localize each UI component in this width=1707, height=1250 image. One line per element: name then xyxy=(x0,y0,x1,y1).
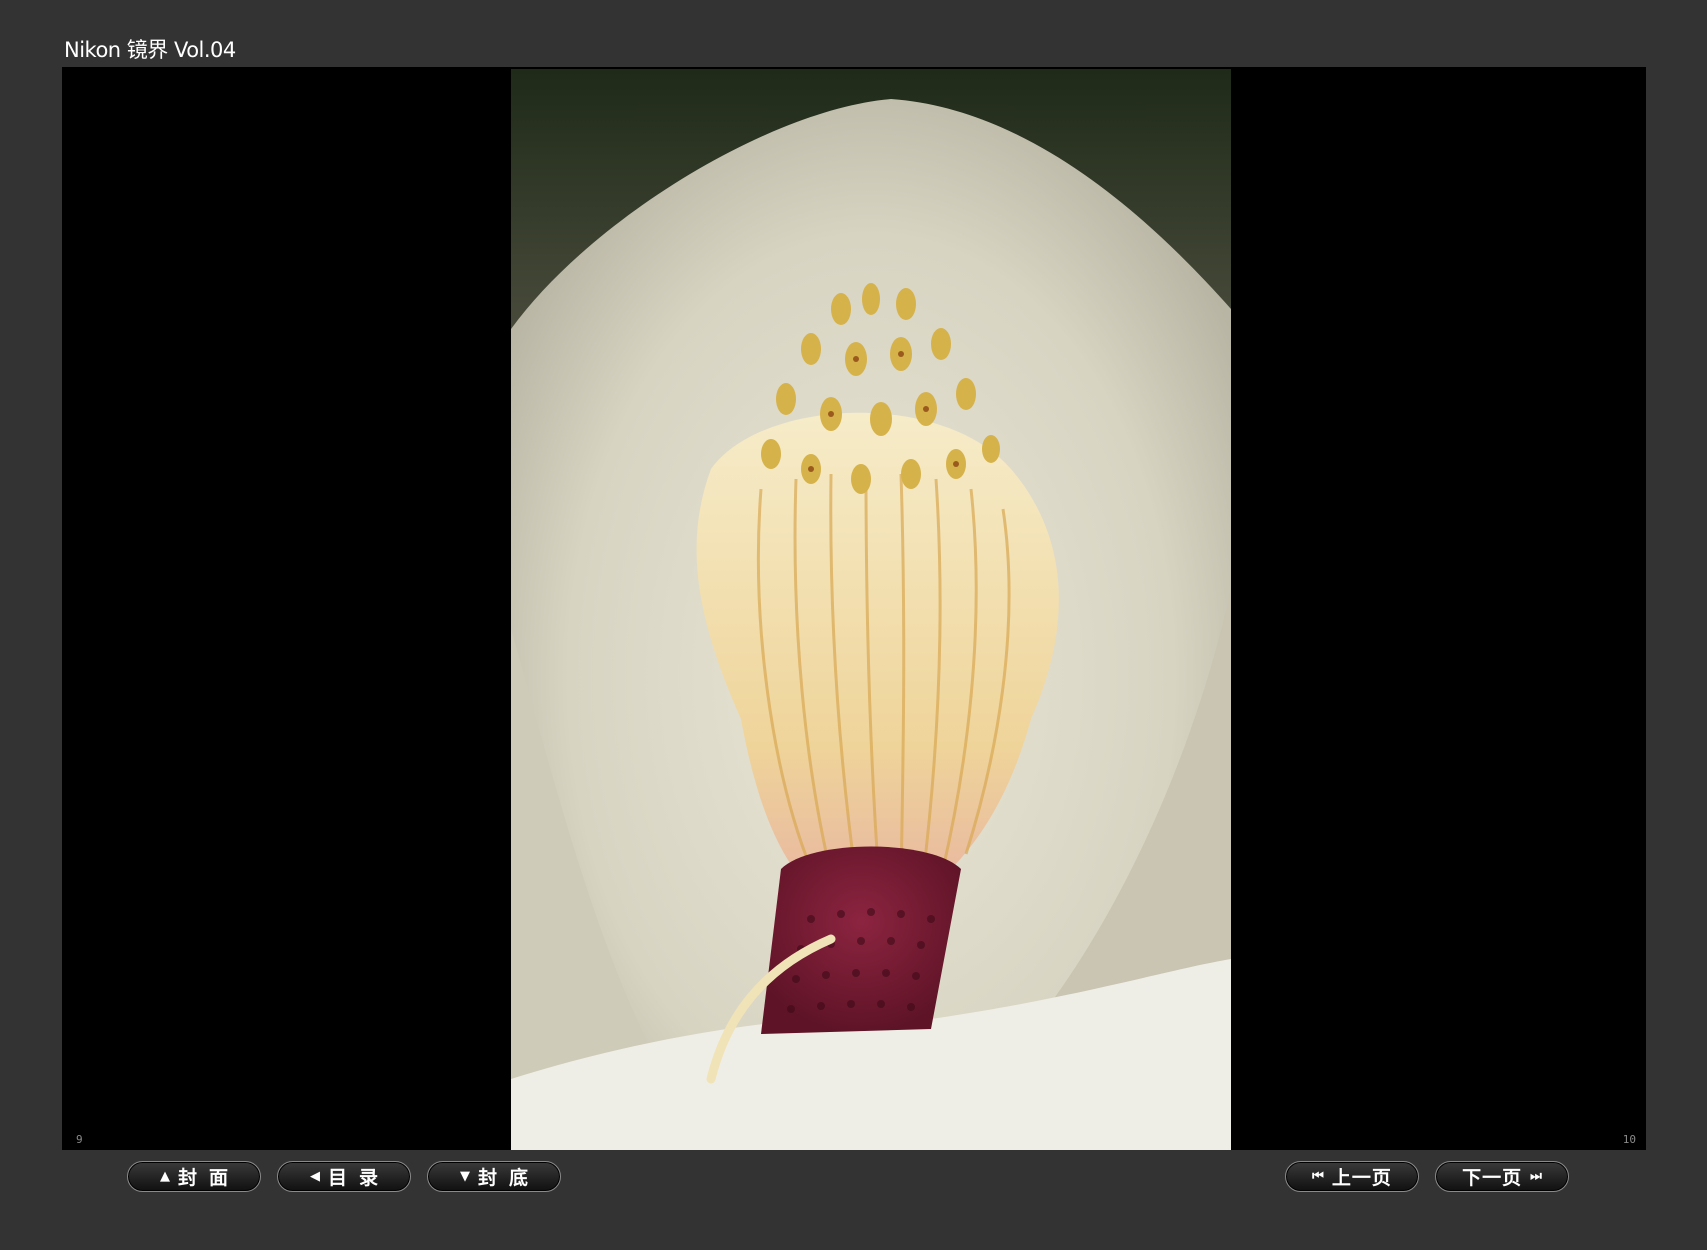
skip-forward-icon: ⏭ xyxy=(1530,1169,1542,1184)
next-page-button[interactable]: 下一页 ⏭ xyxy=(1435,1161,1569,1192)
magazine-title: Nikon 镜界 Vol.04 xyxy=(64,38,236,62)
triangle-down-icon: ▼ xyxy=(459,1169,470,1184)
magnolia-image xyxy=(511,69,1231,1150)
magnolia-photo xyxy=(511,69,1231,1150)
contents-button-label: 目录 xyxy=(327,1167,390,1189)
triangle-left-icon: ◀ xyxy=(309,1169,320,1184)
right-page-number: 10 xyxy=(1622,1133,1636,1146)
cover-button-label: 封面 xyxy=(177,1167,240,1189)
flipbook-app: Nikon 镜界 Vol.04 9 10 ▲ 封面 ◀ 目录 ▼ 封底 ⏮ 上一… xyxy=(0,0,1707,1250)
next-page-button-label: 下一页 xyxy=(1462,1167,1523,1189)
skip-back-icon: ⏮ xyxy=(1312,1169,1324,1184)
back-cover-button[interactable]: ▼ 封底 xyxy=(427,1161,561,1192)
back-cover-button-label: 封底 xyxy=(477,1167,540,1189)
contents-button[interactable]: ◀ 目录 xyxy=(277,1161,411,1192)
cover-button[interactable]: ▲ 封面 xyxy=(127,1161,261,1192)
prev-page-button[interactable]: ⏮ 上一页 xyxy=(1285,1161,1419,1192)
page-viewer[interactable]: 9 10 xyxy=(62,67,1646,1150)
left-page-number: 9 xyxy=(76,1133,83,1146)
triangle-up-icon: ▲ xyxy=(159,1169,170,1184)
prev-page-button-label: 上一页 xyxy=(1331,1167,1392,1189)
